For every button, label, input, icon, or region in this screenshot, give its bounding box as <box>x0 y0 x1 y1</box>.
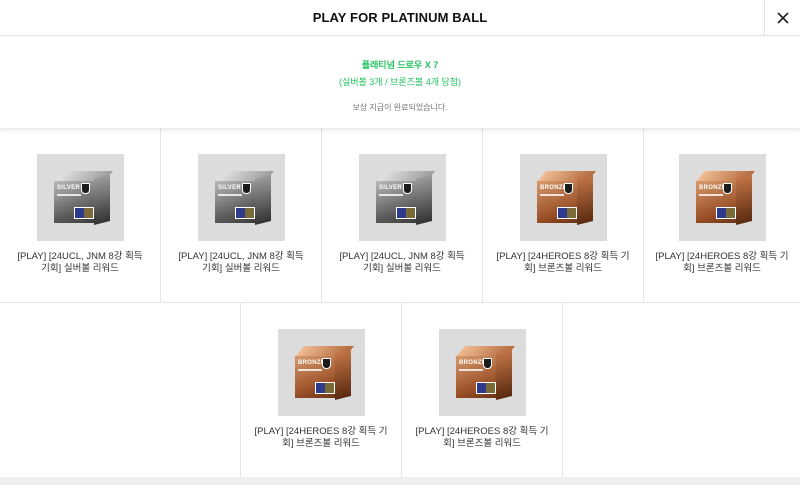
reward-grid: SILVER [PLAY] [24UCL, JNM 8강 획득 기회] 실버볼 … <box>0 128 800 478</box>
bronze-box-icon: BRONZE <box>690 167 756 229</box>
bronze-box-icon: BRONZE <box>289 342 355 404</box>
bottom-bar <box>0 477 800 485</box>
reward-modal: PLAY FOR PLATINUM BALL 플래티넘 드로우 X 7 (실버볼… <box>0 0 800 485</box>
reward-item[interactable]: BRONZE [PLAY] [24HEROES 8강 획득 기회] 브론즈볼 리… <box>483 128 644 303</box>
draw-detail: (실버볼 3개 / 브론즈볼 4개 당첨) <box>338 77 462 87</box>
reward-label: [PLAY] [24UCL, JNM 8강 획득 기회] 실버볼 리워드 <box>339 251 465 274</box>
reward-label: [PLAY] [24HEROES 8강 획득 기회] 브론즈볼 리워드 <box>415 426 549 449</box>
box-tier-label: SILVER <box>218 184 242 191</box>
modal-header: PLAY FOR PLATINUM BALL <box>0 0 800 36</box>
reward-thumbnail: BRONZE <box>678 154 766 241</box>
reward-item[interactable]: BRONZE [PLAY] [24HEROES 8강 획득 기회] 브론즈볼 리… <box>644 128 800 303</box>
box-tier-label: SILVER <box>57 184 81 191</box>
reward-row: BRONZE [PLAY] [24HEROES 8강 획득 기회] 브론즈볼 리… <box>0 303 800 478</box>
reward-status: 보상 지급이 완료되었습니다. <box>352 103 448 112</box>
reward-row: SILVER [PLAY] [24UCL, JNM 8강 획득 기회] 실버볼 … <box>0 128 800 303</box>
reward-item[interactable]: BRONZE [PLAY] [24HEROES 8강 획득 기회] 브론즈볼 리… <box>402 303 563 478</box>
reward-thumbnail: BRONZE <box>519 154 607 241</box>
draw-headline: 플래티넘 드로우 X 7 <box>361 60 439 70</box>
bronze-box-icon: BRONZE <box>531 167 597 229</box>
reward-label: [PLAY] [24HEROES 8강 획득 기회] 브론즈볼 리워드 <box>655 251 789 274</box>
reward-label: [PLAY] [24UCL, JNM 8강 획득 기회] 실버볼 리워드 <box>178 251 304 274</box>
reward-thumbnail: BRONZE <box>438 329 526 416</box>
silver-box-icon: SILVER <box>48 167 114 229</box>
draw-summary: 플래티넘 드로우 X 7 (실버볼 3개 / 브론즈볼 4개 당첨) 보상 지급… <box>0 36 800 128</box>
reward-label: [PLAY] [24HEROES 8강 획득 기회] 브론즈볼 리워드 <box>254 426 388 449</box>
reward-item[interactable]: SILVER [PLAY] [24UCL, JNM 8강 획득 기회] 실버볼 … <box>322 128 483 303</box>
modal-title: PLAY FOR PLATINUM BALL <box>312 10 488 25</box>
reward-thumbnail: BRONZE <box>277 329 365 416</box>
reward-label: [PLAY] [24HEROES 8강 획득 기회] 브론즈볼 리워드 <box>496 251 630 274</box>
reward-thumbnail: SILVER <box>358 154 446 241</box>
reward-label: [PLAY] [24UCL, JNM 8강 획득 기회] 실버볼 리워드 <box>17 251 143 274</box>
reward-item[interactable]: SILVER [PLAY] [24UCL, JNM 8강 획득 기회] 실버볼 … <box>0 128 161 303</box>
reward-thumbnail: SILVER <box>36 154 124 241</box>
reward-thumbnail: SILVER <box>197 154 285 241</box>
box-tier-label: SILVER <box>379 184 403 191</box>
silver-box-icon: SILVER <box>370 167 436 229</box>
silver-box-icon: SILVER <box>209 167 275 229</box>
close-icon <box>776 12 789 24</box>
reward-item[interactable]: SILVER [PLAY] [24UCL, JNM 8강 획득 기회] 실버볼 … <box>161 128 322 303</box>
close-button[interactable] <box>764 0 800 36</box>
reward-item[interactable]: BRONZE [PLAY] [24HEROES 8강 획득 기회] 브론즈볼 리… <box>241 303 402 478</box>
bronze-box-icon: BRONZE <box>450 342 516 404</box>
